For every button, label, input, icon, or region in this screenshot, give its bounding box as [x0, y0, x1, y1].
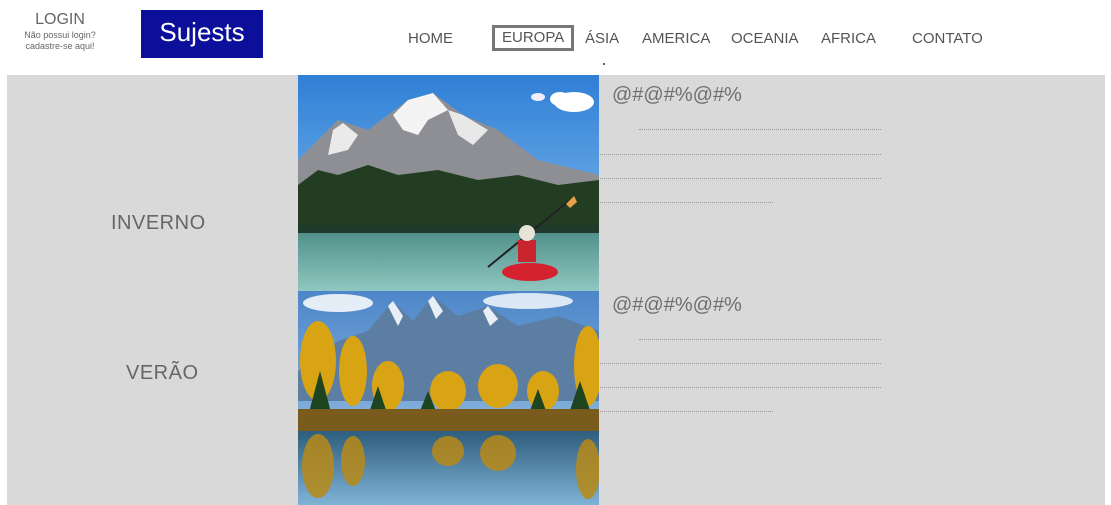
nav-item-contato[interactable]: CONTATO	[912, 30, 983, 48]
text-placeholder-line	[600, 154, 881, 155]
season-label-verao: VERÃO	[126, 362, 199, 384]
nav-item-africa[interactable]: AFRICA	[821, 30, 876, 48]
text-placeholder-line	[600, 411, 773, 412]
text-placeholder-line	[639, 339, 881, 340]
nav-item-america[interactable]: AMERICA	[642, 30, 710, 48]
nav-item-europa[interactable]: EUROPA	[492, 25, 575, 51]
text-placeholder-line	[600, 363, 881, 364]
decorative-dot	[603, 63, 605, 65]
text-placeholder-line	[600, 202, 773, 203]
text-placeholder-line	[600, 387, 881, 388]
nav-item-home[interactable]: HOME	[408, 30, 453, 48]
text-placeholder-line	[600, 178, 881, 179]
nav-item-oceania[interactable]: OCEANIA	[731, 30, 799, 48]
nav-item-asia[interactable]: ÁSIA	[585, 30, 619, 48]
season-label-inverno: INVERNO	[111, 212, 206, 234]
text-placeholder-line	[639, 129, 881, 130]
section-heading: @#@#%@#%	[612, 84, 742, 106]
section-heading: @#@#%@#%	[612, 294, 742, 316]
summer-image	[298, 291, 599, 505]
winter-image	[298, 75, 599, 291]
main-nav: HOME EUROPA ÁSIA AMERICA OCEANIA AFRICA …	[0, 0, 1111, 75]
